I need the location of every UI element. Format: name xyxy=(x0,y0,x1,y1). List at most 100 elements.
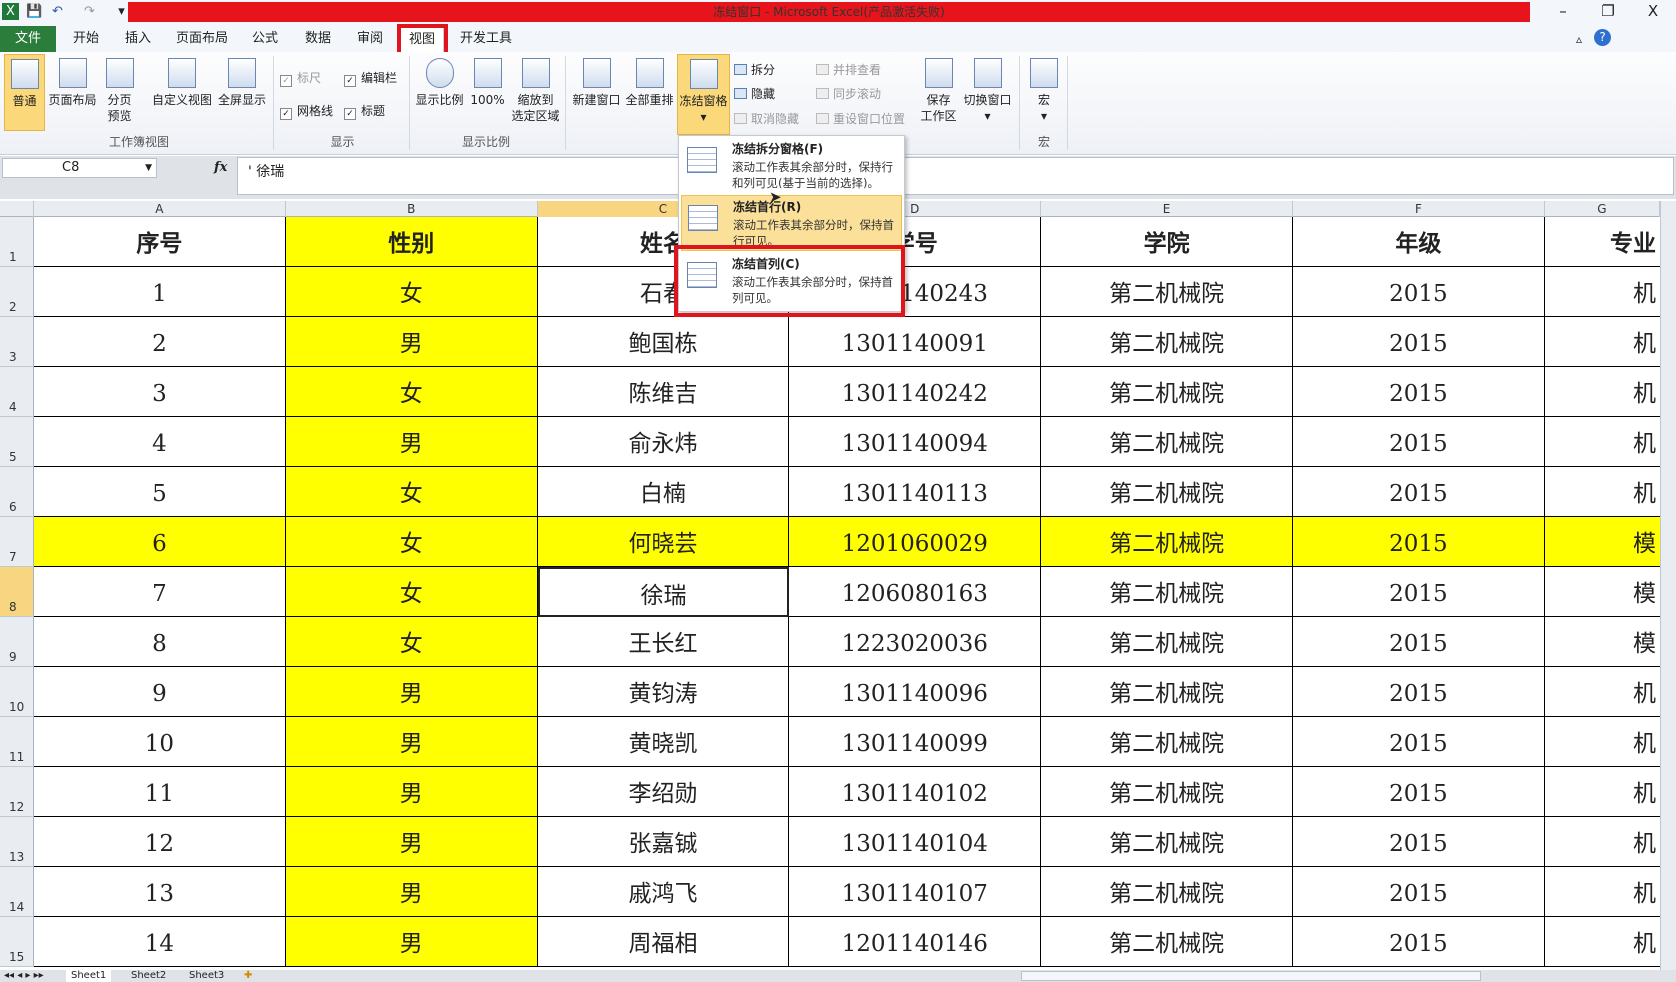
table-cell[interactable]: 黄晓凯 xyxy=(537,717,790,767)
table-cell[interactable]: 1 xyxy=(34,267,286,317)
table-cell[interactable]: 第二机械院 xyxy=(1041,867,1293,917)
table-cell[interactable]: 1301140102 xyxy=(789,767,1042,817)
column-header-B[interactable]: B xyxy=(286,201,538,217)
table-cell[interactable]: 男 xyxy=(285,667,538,717)
row-header-4[interactable]: 4 xyxy=(0,367,34,417)
vertical-scrollbar[interactable] xyxy=(1660,201,1676,970)
switch-windows-button[interactable]: 切换窗口 ▾ xyxy=(962,58,1013,124)
gridlines-checkbox[interactable]: ✓ 网格线 xyxy=(280,102,333,120)
table-cell[interactable]: 第二机械院 xyxy=(1041,267,1293,317)
tab-insert[interactable]: 插入 xyxy=(125,28,151,52)
row-header-9[interactable]: 9 xyxy=(0,617,34,667)
row-header-1[interactable]: 1 xyxy=(0,217,34,267)
table-cell[interactable]: 戚鸿飞 xyxy=(537,867,790,917)
table-cell[interactable]: 第二机械院 xyxy=(1041,717,1293,767)
row-header-5[interactable]: 5 xyxy=(0,417,34,467)
table-cell[interactable]: 男 xyxy=(285,767,538,817)
table-cell[interactable]: 女 xyxy=(285,267,538,317)
page-break-preview-button[interactable]: 分页 预览 xyxy=(100,58,139,124)
tab-data[interactable]: 数据 xyxy=(305,28,331,52)
row-header-14[interactable]: 14 xyxy=(0,867,34,917)
table-cell[interactable]: 2015 xyxy=(1293,817,1545,867)
table-cell[interactable]: 11 xyxy=(34,767,286,817)
table-cell[interactable]: 第二机械院 xyxy=(1041,317,1293,367)
table-cell[interactable]: 王长红 xyxy=(537,617,790,667)
zoom-button[interactable]: 显示比例 xyxy=(415,58,464,108)
formula-input[interactable]: ' 徐瑞 xyxy=(237,157,1674,195)
table-cell[interactable]: 周福相 xyxy=(537,917,790,967)
minimize-button[interactable]: – xyxy=(1548,2,1578,20)
column-title[interactable]: 性别 xyxy=(285,217,538,267)
table-cell[interactable]: 2015 xyxy=(1293,917,1545,967)
help-icon[interactable]: ? xyxy=(1594,29,1611,46)
table-cell[interactable]: 男 xyxy=(285,717,538,767)
table-cell[interactable]: 模 xyxy=(1544,617,1660,667)
table-cell[interactable]: 1201060029 xyxy=(789,517,1042,567)
table-cell[interactable]: 男 xyxy=(285,917,538,967)
table-cell[interactable]: 模 xyxy=(1544,567,1660,617)
table-cell[interactable]: 机 xyxy=(1544,867,1660,917)
table-cell[interactable]: 机 xyxy=(1544,917,1660,967)
column-header-F[interactable]: F xyxy=(1293,201,1545,217)
tab-developer[interactable]: 开发工具 xyxy=(460,28,512,52)
table-cell[interactable]: 2015 xyxy=(1293,267,1545,317)
chevron-down-icon[interactable]: ▼ xyxy=(145,159,152,177)
table-cell[interactable]: 机 xyxy=(1544,417,1660,467)
split-button[interactable]: 拆分 xyxy=(734,61,775,78)
table-cell[interactable]: 1301140091 xyxy=(789,317,1042,367)
tab-review[interactable]: 审阅 xyxy=(357,28,383,52)
table-cell[interactable]: 第二机械院 xyxy=(1041,667,1293,717)
table-cell[interactable]: 第二机械院 xyxy=(1041,767,1293,817)
table-cell[interactable]: 5 xyxy=(34,467,286,517)
table-cell[interactable]: 男 xyxy=(285,867,538,917)
table-cell[interactable]: 男 xyxy=(285,817,538,867)
save-icon[interactable]: 💾 xyxy=(26,3,43,20)
table-cell[interactable]: 机 xyxy=(1544,667,1660,717)
arrange-all-button[interactable]: 全部重排 xyxy=(624,58,675,108)
insert-function-icon[interactable]: fx xyxy=(214,160,227,175)
row-header-6[interactable]: 6 xyxy=(0,467,34,517)
table-cell[interactable]: 男 xyxy=(285,317,538,367)
table-cell[interactable]: 1301140104 xyxy=(789,817,1042,867)
table-cell[interactable]: 女 xyxy=(285,517,538,567)
redo-icon[interactable]: ↷ xyxy=(81,3,98,20)
table-cell[interactable]: 1301140094 xyxy=(789,417,1042,467)
column-header-G[interactable]: G xyxy=(1545,201,1660,217)
column-header-A[interactable]: A xyxy=(34,201,286,217)
row-header-10[interactable]: 10 xyxy=(0,667,34,717)
table-cell[interactable]: 第二机械院 xyxy=(1041,567,1293,617)
sheet-nav-icon[interactable]: ◂◂ ◂ ▸ ▸▸ xyxy=(4,970,44,982)
table-cell[interactable]: 第二机械院 xyxy=(1041,417,1293,467)
table-cell[interactable]: 14 xyxy=(34,917,286,967)
table-cell[interactable]: 机 xyxy=(1544,767,1660,817)
table-cell[interactable]: 2015 xyxy=(1293,367,1545,417)
column-title[interactable]: 年级 xyxy=(1293,217,1545,267)
table-cell[interactable]: 女 xyxy=(285,567,538,617)
save-workspace-button[interactable]: 保存 工作区 xyxy=(917,58,960,124)
table-cell[interactable]: 1201140146 xyxy=(789,917,1042,967)
table-cell[interactable]: 机 xyxy=(1544,267,1660,317)
table-cell[interactable]: 何晓芸 xyxy=(537,517,790,567)
table-cell[interactable]: 3 xyxy=(34,367,286,417)
table-cell[interactable]: 7 xyxy=(34,567,286,617)
table-cell[interactable]: 1301140242 xyxy=(789,367,1042,417)
freeze-panes-button[interactable]: 冻结窗格 ▾ xyxy=(677,54,730,135)
tab-file[interactable]: 文件 xyxy=(0,26,56,52)
page-layout-view-button[interactable]: 页面布局 xyxy=(47,58,98,108)
table-cell[interactable]: 白楠 xyxy=(537,467,790,517)
reset-window-position-button[interactable]: 重设窗口位置 xyxy=(816,110,905,127)
table-cell[interactable]: 2015 xyxy=(1293,317,1545,367)
table-cell[interactable]: 徐瑞 xyxy=(537,567,790,617)
row-header-3[interactable]: 3 xyxy=(0,317,34,367)
formula-bar-checkbox[interactable]: ✓ 编辑栏 xyxy=(344,69,397,87)
table-cell[interactable]: 机 xyxy=(1544,467,1660,517)
table-cell[interactable]: 1301140113 xyxy=(789,467,1042,517)
normal-view-button[interactable]: 普通 xyxy=(4,54,45,131)
table-cell[interactable]: 13 xyxy=(34,867,286,917)
table-cell[interactable]: 2015 xyxy=(1293,567,1545,617)
table-cell[interactable]: 第二机械院 xyxy=(1041,617,1293,667)
table-cell[interactable]: 男 xyxy=(285,417,538,467)
table-cell[interactable]: 1301140099 xyxy=(789,717,1042,767)
table-cell[interactable]: 机 xyxy=(1544,717,1660,767)
table-cell[interactable]: 1301140096 xyxy=(789,667,1042,717)
